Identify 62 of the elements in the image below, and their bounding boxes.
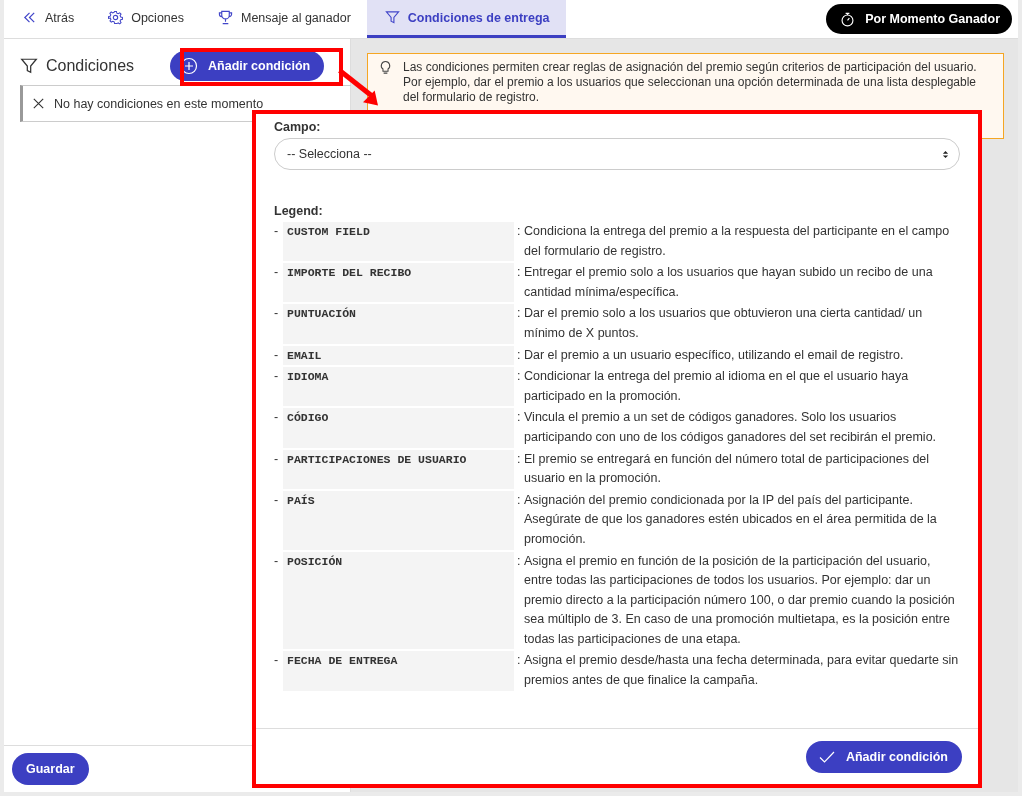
legend-code: FECHA DE ENTREGA: [283, 651, 514, 691]
legend-title: Legend:: [274, 204, 324, 218]
legend-code: IDIOMA: [283, 367, 514, 407]
dash: -: [274, 346, 280, 364]
legend-description: Asigna el premio desde/hasta una fecha determinada, para evitar quedarte sin premios antes de que finalice la campaña.: [524, 652, 960, 690]
dash: -: [274, 491, 280, 509]
legend-description: Entregar el premio solo a los usuarios que hayan subido un recibo de una cantidad mínima/específica.: [524, 264, 934, 301]
colon: :: [516, 652, 522, 670]
legend-description: Condiciona la entrega del premio a la respuesta del participante en el campo del formulario de registro.: [524, 223, 951, 260]
mode-button[interactable]: Por Momento Ganador: [826, 4, 1012, 34]
dash: -: [274, 409, 280, 427]
sort-arrows-icon: [942, 148, 949, 160]
stopwatch-icon: [840, 11, 856, 27]
legend-description: El premio se entregará en función del número total de participaciones del usuario en la promoción.: [524, 450, 931, 488]
legend-code: CUSTOM FIELD: [283, 222, 514, 262]
add-condition-button[interactable]: Añadir condición: [805, 740, 962, 773]
legend-code: EMAIL: [283, 345, 514, 366]
dash: -: [274, 652, 280, 670]
back-icon: [22, 10, 37, 25]
colon: :: [516, 552, 522, 570]
colon: :: [516, 409, 522, 427]
colon: :: [516, 305, 522, 323]
legend-description: Condicionar la entrega del premio al idioma en el que el usuario haya participado en la promoción.: [524, 368, 910, 405]
close-icon: [31, 96, 46, 111]
legend-code: POSICIÓN: [283, 551, 514, 650]
trophy-icon: [218, 10, 233, 25]
filter-icon: [384, 10, 400, 25]
tab[interactable]: Condiciones de entrega: [366, 0, 566, 38]
legend-description: Vincula el premio a un set de códigos ganadores. Solo los usuarios participando con uno de los códigos ganadores del set recibirán el premio.: [524, 409, 938, 446]
legend-code: IMPORTE DEL RECIBO: [283, 263, 514, 303]
tab[interactable]: Mensaje al ganador: [200, 0, 367, 38]
field-label: Campo:: [274, 120, 322, 134]
colon: :: [516, 450, 522, 468]
legend-code: PARTICIPACIONES DE USUARIO: [283, 449, 514, 489]
add-condition-button[interactable]: Añadir condición: [170, 51, 325, 81]
tab[interactable]: Atrás: [4, 0, 91, 38]
legend-description: Dar el premio a un usuario específico, utilizando el email de registro.: [524, 346, 905, 364]
dash: -: [274, 264, 280, 282]
dash: -: [274, 305, 280, 323]
legend-description: Asignación del premio condicionada por la IP del país del participante. Asegúrate de que los ganadores estén ubicados en el área permitida de la promoción.: [524, 491, 938, 548]
legend-code: PUNTUACIÓN: [283, 304, 514, 344]
colon: :: [516, 223, 522, 240]
colon: :: [516, 491, 522, 509]
dash: -: [274, 450, 280, 468]
legend-code: PAÍS: [283, 490, 514, 550]
empty-message: No hay condiciones en este momento: [54, 96, 264, 111]
legend-description: Dar el premio solo a los usuarios que obtuvieron una cierta cantidad/ un mínimo de X puntos.: [524, 305, 924, 342]
colon: :: [516, 264, 522, 282]
legend-code: CÓDIGO: [283, 408, 514, 448]
lightbulb-icon: [378, 60, 393, 75]
colon: :: [516, 368, 522, 386]
legend-description: Asigna el premio en función de la posición de la participación del usuario, entre todas las participaciones de todos los usuarios. Por ejemplo: dar un premio directo a la participación número 100, o dar premio cuando la posición sea múltiplo de 3. En caso de una promoción multietapa, es la posición entre todas las participaciones de una etapa.: [524, 552, 956, 648]
dash: -: [274, 223, 280, 240]
settings-icon: [108, 10, 124, 25]
section-title: Condiciones: [46, 57, 135, 75]
save-button[interactable]: Guardar: [12, 753, 89, 785]
filter-icon: [20, 57, 38, 75]
info-text: Las condiciones permiten crear reglas de asignación del premio según criterios de participación del usuario. Por ejemplo, dar el premio a los usuarios que seleccionan una opción determinada de una lista desplegable del formulario de registro.: [403, 60, 978, 105]
tab[interactable]: Opciones: [90, 0, 200, 38]
dash: -: [274, 552, 280, 570]
colon: :: [516, 346, 522, 364]
dash: -: [274, 368, 280, 386]
